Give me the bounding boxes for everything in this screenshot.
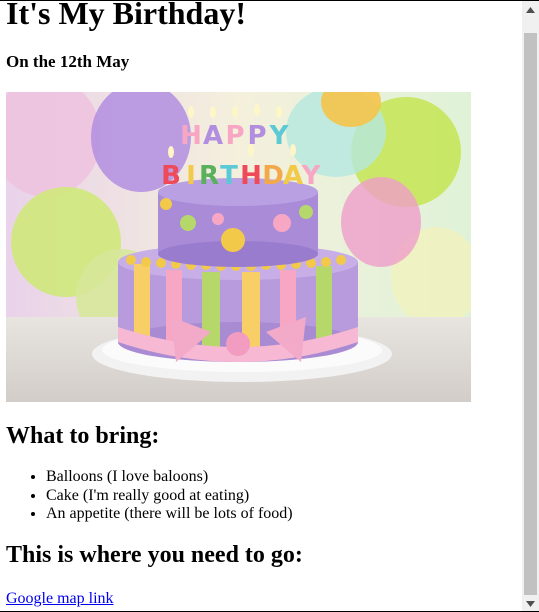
- scroll-down-arrow-icon[interactable]: [522, 595, 539, 612]
- svg-text:D: D: [262, 161, 284, 191]
- svg-text:R: R: [199, 161, 219, 191]
- page-title: It's My Birthday!: [6, 0, 246, 31]
- svg-text:I: I: [186, 161, 196, 191]
- vertical-scrollbar[interactable]: [522, 1, 539, 612]
- svg-text:P: P: [225, 121, 244, 151]
- svg-text:H: H: [240, 161, 262, 191]
- svg-text:B: B: [161, 161, 181, 191]
- svg-text:H: H: [180, 121, 202, 151]
- list-item: An appetite (there will be lots of food): [46, 505, 293, 524]
- list-item: Cake (I'm really good at eating): [46, 487, 293, 506]
- bring-list: Balloons (I love baloons) Cake (I'm real…: [6, 468, 293, 524]
- what-to-bring-heading: What to bring:: [6, 423, 160, 449]
- scrollbar-thumb[interactable]: [524, 33, 537, 595]
- svg-text:Y: Y: [301, 161, 322, 191]
- birthday-cake-photo-icon: H A P P Y B I R T H D A Y: [6, 92, 471, 402]
- svg-text:T: T: [220, 161, 238, 191]
- scroll-up-arrow-icon[interactable]: [522, 1, 539, 18]
- event-date: On the 12th May: [6, 52, 130, 71]
- birthday-cake-image: H A P P Y B I R T H D A Y: [6, 92, 471, 402]
- list-item: Balloons (I love baloons): [46, 468, 293, 487]
- google-map-link[interactable]: Google map link: [6, 589, 114, 609]
- svg-text:A: A: [283, 161, 303, 191]
- svg-text:Y: Y: [269, 121, 290, 151]
- svg-text:A: A: [203, 121, 223, 151]
- location-heading: This is where you need to go:: [6, 542, 303, 568]
